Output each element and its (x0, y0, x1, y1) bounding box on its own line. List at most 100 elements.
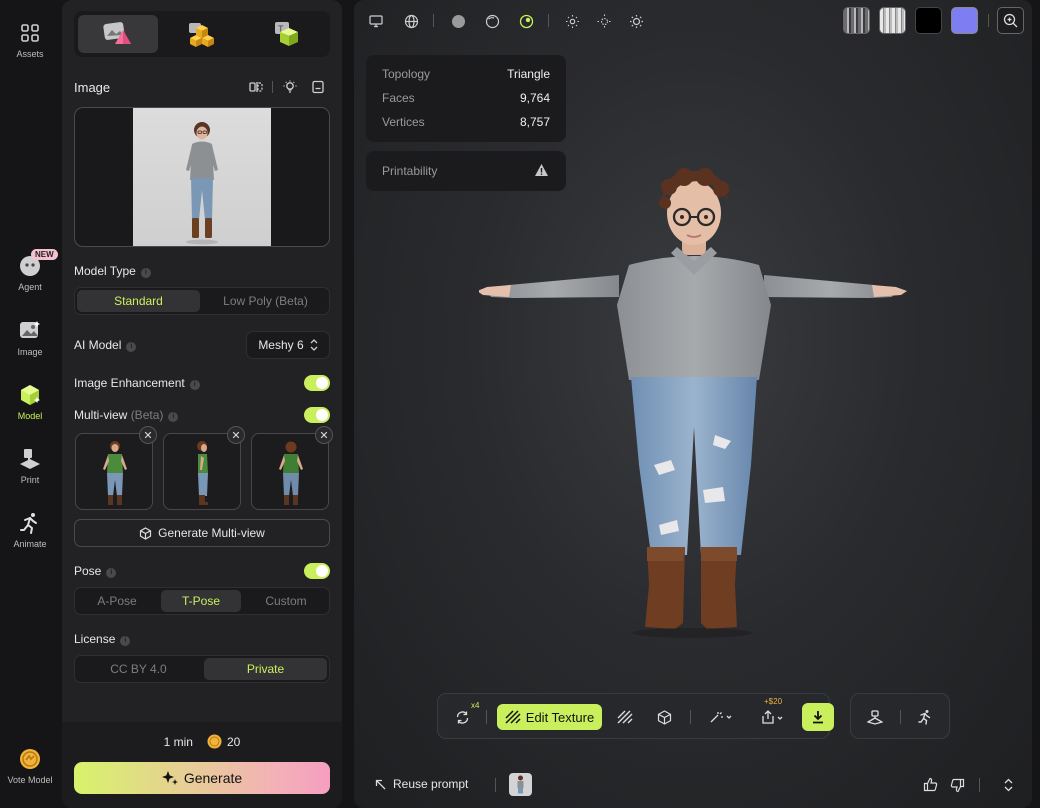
pose-a-pose[interactable]: A-Pose (77, 590, 157, 612)
info-icon: i (140, 268, 151, 278)
estimated-time: 1 min (163, 734, 193, 749)
monitor-icon[interactable] (367, 12, 385, 30)
pose-custom[interactable]: Custom (245, 590, 327, 612)
thumbs-down-icon[interactable] (950, 778, 965, 793)
cubes-icon (185, 20, 219, 48)
rig-button[interactable] (653, 706, 675, 728)
model-type-standard[interactable]: Standard (77, 290, 200, 312)
nav-item-assets[interactable]: Assets (0, 20, 60, 59)
textured-cube-icon: T (269, 20, 303, 48)
generate-multiview-label: Generate Multi-view (158, 526, 265, 540)
brush-icon (505, 710, 521, 724)
remove-multiview-back-button[interactable]: ✕ (315, 426, 333, 444)
crop-icon[interactable] (249, 80, 263, 94)
image-section-title: Image (74, 80, 111, 95)
nav-item-image[interactable]: Image (0, 318, 60, 357)
license-cc-by[interactable]: CC BY 4.0 (77, 658, 200, 680)
magic-wand-icon (709, 710, 733, 724)
generate-multiview-button[interactable]: Generate Multi-view (74, 519, 330, 547)
info-icon: i (168, 412, 179, 422)
reuse-prompt-button[interactable]: Reuse prompt (375, 777, 468, 791)
divider (690, 710, 691, 724)
cost-summary: 1 min 20 (62, 734, 342, 749)
new-badge: NEW (31, 249, 58, 260)
remesh-button[interactable] (451, 706, 473, 728)
solid-shading-icon[interactable] (449, 12, 467, 30)
printer-icon (17, 446, 43, 472)
globe-icon[interactable] (402, 12, 420, 30)
3d-viewport[interactable]: Topology Triangle Faces 9,764 Vertices 8,75… (354, 0, 1032, 808)
image-upload-preview[interactable] (74, 107, 330, 247)
multiview-back[interactable] (251, 433, 329, 510)
arrow-up-left-icon (375, 779, 386, 790)
multiview-front[interactable] (75, 433, 153, 510)
tab-text-to-3d[interactable] (162, 15, 242, 53)
texture-swatch-normal[interactable] (951, 7, 978, 34)
panel-footer: 1 min 20 Generate (62, 722, 342, 808)
texture-swatch-base-color[interactable] (843, 7, 870, 34)
tab-texture[interactable]: T (246, 15, 326, 53)
nav-label: Vote Model (7, 775, 53, 785)
nav-item-agent[interactable]: NEW Agent (0, 249, 60, 292)
reference-image (133, 108, 271, 246)
print-button[interactable] (864, 706, 886, 728)
model-action-toolbar: x4 Edit Texture +$20 (437, 693, 834, 739)
nav-item-model[interactable]: Model (0, 382, 60, 421)
mesh-stats-panel: Topology Triangle Faces 9,764 Vertices 8,75… (366, 55, 566, 142)
license-private[interactable]: Private (204, 658, 327, 680)
model-type-low-poly[interactable]: Low Poly (Beta) (204, 290, 327, 312)
faces-label: Faces (382, 91, 415, 105)
nav-item-vote-model[interactable]: Vote Model (0, 746, 60, 785)
pose-toggle[interactable] (304, 563, 330, 579)
cube-icon (17, 382, 43, 408)
credit-cost: 20 (207, 734, 240, 749)
generation-type-tabs: T (74, 11, 330, 57)
share-icon (760, 709, 784, 725)
multiview-side[interactable] (163, 433, 241, 510)
light-point-icon[interactable] (563, 12, 581, 30)
download-button[interactable] (802, 703, 834, 731)
expand-collapse-button[interactable] (1004, 778, 1013, 792)
thumbs-up-icon[interactable] (923, 777, 938, 792)
ai-model-select[interactable]: Meshy 6 (246, 331, 330, 359)
zoom-in-icon (1002, 12, 1019, 29)
sparkle-icon (161, 770, 178, 786)
download-icon (811, 710, 825, 724)
secondary-toolbar (850, 693, 950, 739)
pose-label: Pose i (74, 564, 117, 578)
multiview-toggle[interactable] (304, 407, 330, 423)
light-bulb-icon[interactable] (283, 80, 297, 94)
tools-dropdown[interactable] (704, 706, 738, 728)
nav-label: Assets (16, 49, 44, 59)
remove-multiview-front-button[interactable]: ✕ (139, 426, 157, 444)
zoom-fit-button[interactable] (997, 7, 1024, 34)
nav-item-animate[interactable]: Animate (0, 510, 60, 549)
sun-icon[interactable] (627, 12, 645, 30)
export-dropdown[interactable] (755, 706, 789, 728)
credit-amount: 20 (226, 734, 241, 749)
running-icon (17, 510, 43, 536)
ai-model-label: AI Model i (74, 338, 137, 352)
pose-selector: A-Pose T-Pose Custom (74, 587, 330, 615)
edit-texture-button[interactable]: Edit Texture (497, 704, 602, 730)
document-icon[interactable] (311, 80, 325, 94)
generate-button[interactable]: Generate (74, 762, 330, 794)
tab-image-to-3d[interactable] (78, 15, 158, 53)
animate-button[interactable] (914, 706, 936, 728)
light-spread-icon[interactable] (595, 12, 613, 30)
image-enhancement-toggle[interactable] (304, 375, 330, 391)
textured-shading-icon[interactable] (517, 12, 535, 30)
prompt-image-thumbnail[interactable] (509, 773, 532, 796)
pose-t-pose[interactable]: T-Pose (161, 590, 241, 612)
texture-button[interactable] (614, 706, 636, 728)
printability-label: Printability (382, 164, 438, 178)
wireframe-shading-icon[interactable] (483, 12, 501, 30)
close-icon: ✕ (143, 429, 153, 442)
3d-model-character[interactable] (479, 165, 909, 640)
nav-item-print[interactable]: Print (0, 446, 60, 485)
texture-swatch-roughness[interactable] (879, 7, 906, 34)
divider (900, 710, 901, 724)
texture-swatch-metallic[interactable] (915, 7, 942, 34)
remove-multiview-side-button[interactable]: ✕ (227, 426, 245, 444)
reuse-prompt-label: Reuse prompt (393, 777, 469, 791)
